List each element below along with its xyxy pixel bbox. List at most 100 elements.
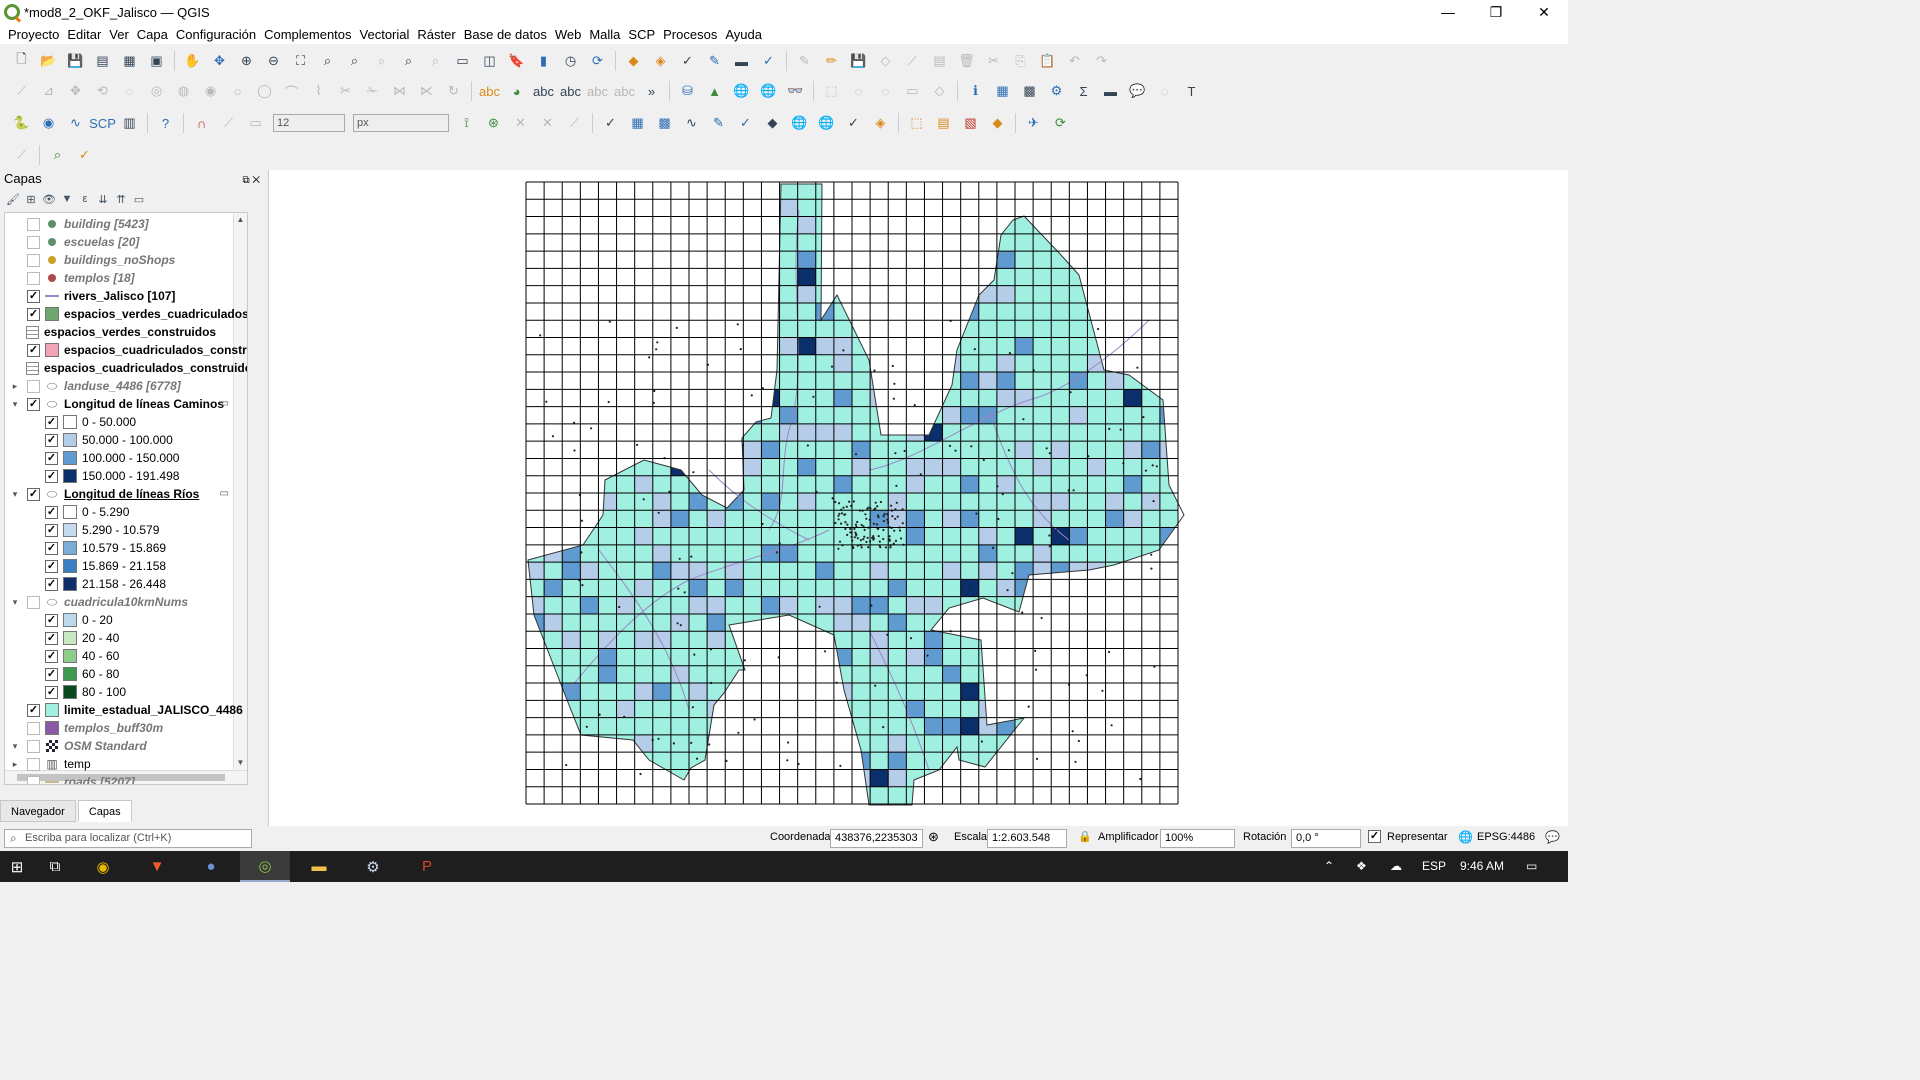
deselect-icon[interactable]: ▭ bbox=[902, 80, 924, 102]
add-part-icon[interactable]: ◍ bbox=[173, 80, 195, 102]
collapse-all-icon[interactable]: ⇈ bbox=[112, 193, 130, 206]
menu-raster[interactable]: Ráster bbox=[417, 27, 455, 42]
plugin-d-icon[interactable]: ✓ bbox=[758, 50, 780, 72]
legend-class-row[interactable]: 21.158 - 26.448 bbox=[5, 575, 247, 593]
coordinate-toggle-icon[interactable]: ⊛ bbox=[928, 829, 939, 845]
menu-editar[interactable]: Editar bbox=[67, 27, 101, 42]
add-spatialite-icon[interactable]: ✎ bbox=[708, 112, 730, 134]
layer-row[interactable]: ▾ OSM Standard bbox=[5, 737, 247, 755]
layer-visibility-checkbox[interactable] bbox=[27, 721, 40, 735]
statistics-icon[interactable]: Σ bbox=[1073, 80, 1095, 102]
remove-layer-icon[interactable]: ▭ bbox=[130, 193, 148, 206]
band-set-icon[interactable]: ▥ bbox=[119, 112, 141, 134]
move-label-icon[interactable]: abc bbox=[614, 80, 636, 102]
advanced-digitizing-icon[interactable]: ⟋ bbox=[11, 80, 33, 102]
expand-all-icon[interactable]: ⇊ bbox=[94, 193, 112, 206]
new-print-layout-icon[interactable]: ▤ bbox=[92, 50, 114, 72]
scp-dock-icon[interactable]: ∿ bbox=[65, 112, 87, 134]
measure-icon[interactable]: ▬ bbox=[1100, 80, 1122, 102]
layer-visibility-checkbox[interactable] bbox=[27, 289, 40, 303]
metasearch-icon[interactable]: ◉ bbox=[38, 112, 60, 134]
add-xyz-icon[interactable]: ◈ bbox=[870, 112, 892, 134]
quickmap-icon[interactable]: ✓ bbox=[74, 144, 96, 166]
select-all-icon[interactable]: ◌ bbox=[875, 80, 897, 102]
layer-row[interactable]: ▾ ⬭ cuadricula10kmNums bbox=[5, 593, 247, 611]
expand-toggle-icon[interactable]: ▾ bbox=[9, 593, 21, 611]
expand-toggle-icon[interactable]: ▸ bbox=[9, 755, 21, 773]
filter-indicator-icon[interactable]: ▭ bbox=[220, 395, 229, 413]
add-wcs-icon[interactable]: ✓ bbox=[843, 112, 865, 134]
tab-navegador[interactable]: Navegador bbox=[0, 800, 76, 822]
layer-visibility-checkbox[interactable] bbox=[27, 271, 40, 285]
undo-icon[interactable]: ↶ bbox=[1064, 50, 1086, 72]
delete-ring-icon[interactable]: ○ bbox=[227, 80, 249, 102]
move-feature-icon[interactable]: ✥ bbox=[65, 80, 87, 102]
messages-icon[interactable]: 💬 bbox=[1545, 830, 1560, 844]
map-tips-icon[interactable]: 💬 bbox=[1127, 80, 1149, 102]
layer-visibility-checkbox[interactable] bbox=[27, 253, 40, 267]
layer-visibility-checkbox[interactable] bbox=[27, 397, 40, 411]
layer-row[interactable]: buildings_noShops bbox=[5, 251, 247, 269]
cad-icon[interactable]: ⊿ bbox=[38, 80, 60, 102]
layer-visibility-checkbox[interactable] bbox=[27, 307, 40, 321]
layer-row[interactable]: ▾⬭Longitud de líneas Ríos▭ bbox=[5, 485, 247, 503]
deselect-features-icon[interactable]: ▧ bbox=[960, 112, 982, 134]
plugin-b-icon[interactable]: ◈ bbox=[650, 50, 672, 72]
paste-features-icon[interactable]: 📋 bbox=[1037, 50, 1059, 72]
add-feature-icon[interactable]: ◇ bbox=[875, 50, 897, 72]
globe-a-icon[interactable]: 🌐 bbox=[731, 80, 753, 102]
binoculars-icon[interactable]: 👓 bbox=[785, 80, 807, 102]
layer-row[interactable]: espacios_verdes_cuadriculados bbox=[5, 305, 247, 323]
class-visibility-checkbox[interactable] bbox=[45, 469, 58, 483]
current-edits-icon[interactable]: ✎ bbox=[794, 50, 816, 72]
file-explorer-icon[interactable]: ▬ bbox=[304, 851, 334, 882]
legend-class-row[interactable]: 100.000 - 150.000 bbox=[5, 449, 247, 467]
redo-icon[interactable]: ↷ bbox=[1091, 50, 1113, 72]
class-visibility-checkbox[interactable] bbox=[45, 685, 58, 699]
legend-class-row[interactable]: 10.579 - 15.869 bbox=[5, 539, 247, 557]
layer-row[interactable]: building [5423] bbox=[5, 215, 247, 233]
menu-malla[interactable]: Malla bbox=[589, 27, 620, 42]
legend-class-row[interactable]: 15.869 - 21.158 bbox=[5, 557, 247, 575]
select-expression-icon[interactable]: ▤ bbox=[933, 112, 955, 134]
expand-toggle-icon[interactable]: ▸ bbox=[9, 377, 21, 395]
layer-row[interactable]: ▸ ⬭ landuse_4486 [6778] bbox=[5, 377, 247, 395]
layer-visibility-checkbox[interactable] bbox=[27, 775, 40, 784]
add-postgis-icon[interactable]: ◆ bbox=[762, 112, 784, 134]
processing-toolbox-icon[interactable]: ⚙ bbox=[1046, 80, 1068, 102]
avoid-overlap-icon[interactable]: ✕ bbox=[537, 112, 559, 134]
zoom-in-icon[interactable]: ⊕ bbox=[236, 50, 258, 72]
legend-class-row[interactable]: 0 - 50.000 bbox=[5, 413, 247, 431]
offset-curve-icon[interactable]: ⌇ bbox=[308, 80, 330, 102]
class-visibility-checkbox[interactable] bbox=[45, 523, 58, 537]
class-visibility-checkbox[interactable] bbox=[45, 451, 58, 465]
layer-visibility-checkbox[interactable] bbox=[27, 703, 40, 717]
class-visibility-checkbox[interactable] bbox=[45, 559, 58, 573]
delete-selected-icon[interactable]: 🗑 bbox=[956, 50, 978, 72]
add-wfs-icon[interactable]: 🌐 bbox=[816, 112, 838, 134]
open-project-icon[interactable]: 📂 bbox=[38, 50, 60, 72]
crs-label[interactable]: EPSG:4486 bbox=[1477, 831, 1535, 843]
toggle-editing-icon[interactable]: ✏ bbox=[821, 50, 843, 72]
qgis-taskbar-icon[interactable]: ◎ bbox=[240, 851, 290, 882]
filter-indicator-icon[interactable]: ▭ bbox=[220, 485, 229, 503]
menu-base-de-datos[interactable]: Base de datos bbox=[464, 27, 547, 42]
pin-labels-icon[interactable]: abc bbox=[560, 80, 582, 102]
legend-class-row[interactable]: 60 - 80 bbox=[5, 665, 247, 683]
magnifier-input[interactable]: 100% bbox=[1160, 829, 1235, 848]
topology-icon[interactable]: ⟟ bbox=[456, 112, 478, 134]
menu-scp[interactable]: SCP bbox=[628, 27, 655, 42]
task-view-icon[interactable]: ⧉ bbox=[40, 851, 70, 882]
layer-visibility-checkbox[interactable] bbox=[27, 379, 40, 393]
class-visibility-checkbox[interactable] bbox=[45, 505, 58, 519]
refresh-icon[interactable]: ⟳ bbox=[587, 50, 609, 72]
delete-part-icon[interactable]: ◯ bbox=[254, 80, 276, 102]
tray-chevron-icon[interactable]: ⌃ bbox=[1324, 851, 1334, 882]
measure-line-icon[interactable]: ⟋ bbox=[11, 144, 33, 166]
dropbox-icon[interactable]: ❖ bbox=[1356, 851, 1367, 882]
expand-toggle-icon[interactable]: ▾ bbox=[9, 737, 21, 755]
zoom-native-icon[interactable]: ⌕ bbox=[371, 50, 393, 72]
app-taskbar-icon[interactable]: ⚙ bbox=[358, 851, 388, 882]
style-icon[interactable]: 🖌 bbox=[4, 193, 22, 206]
select-by-value-icon[interactable]: ◌ bbox=[848, 80, 870, 102]
